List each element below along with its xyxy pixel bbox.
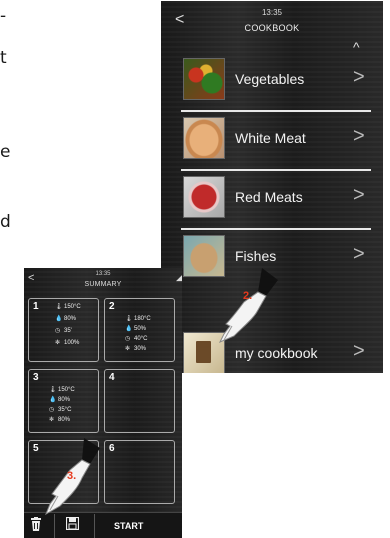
cookbook-item-vegetables[interactable]: Vegetables >	[179, 56, 371, 104]
fan-value: 100%	[64, 340, 80, 346]
fan-icon: ✻	[125, 346, 131, 352]
white-meat-thumbnail	[183, 117, 225, 159]
page-title: SUMMARY	[84, 281, 122, 288]
thermometer-icon: 🌡	[49, 387, 57, 393]
cell-number: 5	[33, 443, 39, 454]
start-button[interactable]: START	[114, 521, 143, 531]
cell-number: 6	[109, 443, 115, 454]
thermometer-icon: 🌡	[55, 304, 63, 310]
chevron-right-icon: >	[353, 340, 365, 362]
fan-icon: ✻	[49, 417, 55, 423]
cookbook-item-white-meat[interactable]: White Meat >	[179, 115, 371, 163]
chevron-right-icon: >	[353, 184, 365, 206]
vegetables-thumbnail	[183, 58, 225, 100]
timer-icon: ◷	[49, 407, 55, 413]
doc-text-fragment: -	[0, 6, 7, 26]
program-cell-3[interactable]: 3 🌡150°C 💧 80% ◷ 35°C ✻ 80%	[28, 369, 99, 433]
time-value: 35°C	[58, 407, 72, 413]
temperature-value: 150°C	[64, 304, 81, 310]
program-cell-4[interactable]: 4	[104, 369, 175, 433]
humidity-value: 50%	[134, 326, 147, 332]
fan-value: 80%	[58, 417, 71, 423]
divider	[181, 169, 371, 171]
fan-icon: ✻	[55, 340, 61, 346]
cookbook-item-red-meats[interactable]: Red Meats >	[179, 174, 371, 222]
item-label: White Meat	[235, 130, 306, 146]
clock-time: 13:35	[95, 271, 111, 277]
humidity-icon: 💧	[49, 397, 57, 403]
step-label: 3.	[67, 470, 77, 482]
scroll-up-button[interactable]: ^	[353, 39, 360, 55]
cell-number: 3	[33, 372, 39, 383]
doc-text-fragment: e	[0, 142, 11, 162]
program-cell-6[interactable]: 6	[104, 440, 175, 504]
cell-number: 1	[33, 301, 39, 312]
doc-text-fragment: t	[0, 48, 7, 68]
doc-text-fragment: d	[0, 212, 11, 232]
trash-icon[interactable]	[30, 517, 42, 531]
page-title: COOKBOOK	[244, 23, 300, 33]
chevron-right-icon: >	[353, 243, 365, 265]
chevron-right-icon: >	[353, 66, 365, 88]
red-meat-thumbnail	[183, 176, 225, 218]
timer-icon: ◷	[125, 336, 131, 342]
humidity-icon: 💧	[125, 326, 133, 332]
time-value: 40°C	[134, 336, 148, 342]
timer-icon: ◷	[55, 328, 61, 334]
temperature-value: 180°C	[134, 316, 151, 322]
clock-time: 13:35	[261, 8, 283, 17]
humidity-value: 80%	[64, 316, 77, 322]
humidity-value: 80%	[58, 397, 71, 403]
item-label: Red Meats	[235, 189, 303, 205]
fan-value: 30%	[134, 346, 147, 352]
temperature-value: 150°C	[58, 387, 75, 393]
item-label: Vegetables	[235, 71, 305, 87]
humidity-icon: 💧	[55, 316, 63, 322]
chevron-right-icon: >	[353, 125, 365, 147]
hand-pointer-icon	[214, 266, 284, 351]
program-cell-2[interactable]: 2 🌡180°C 💧 50% ◷ 40°C ✻ 30%	[104, 298, 175, 362]
divider	[181, 110, 371, 112]
divider	[181, 228, 371, 230]
cell-number: 4	[109, 372, 115, 383]
time-value: 35'	[64, 328, 72, 334]
thermometer-icon: 🌡	[125, 316, 133, 322]
step-label: 2.	[243, 290, 253, 302]
cell-number: 2	[109, 301, 115, 312]
program-cell-1[interactable]: 1 🌡150°C 💧 80% ◷ 35' ✻ 100%	[28, 298, 99, 362]
edge-arrow-icon: ◢	[176, 272, 182, 282]
item-label: Fishes	[235, 248, 277, 264]
